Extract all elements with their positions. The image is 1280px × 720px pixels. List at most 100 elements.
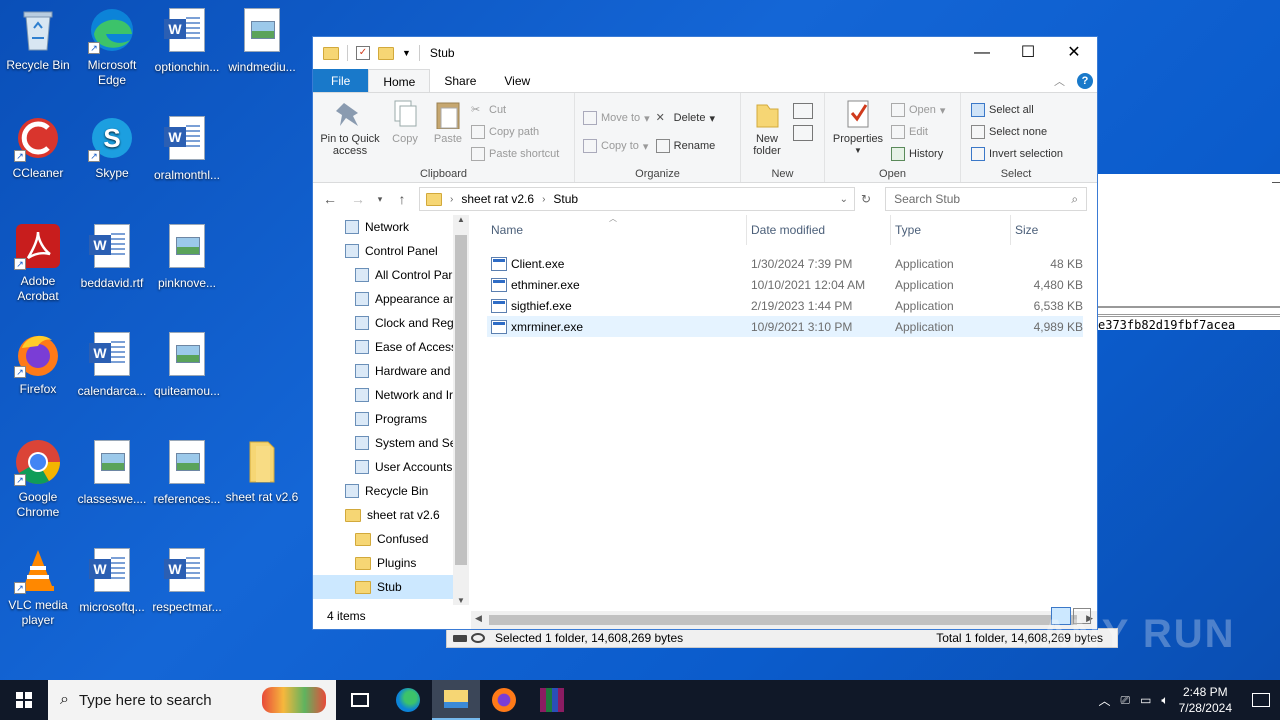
task-view-button[interactable]: [336, 680, 384, 720]
desktop-icon-recycle-bin[interactable]: Recycle Bin: [0, 6, 76, 73]
scroll-up-icon[interactable]: ▲: [453, 215, 469, 224]
help-icon[interactable]: ?: [1077, 72, 1093, 89]
nav-item[interactable]: Ease of Access: [313, 335, 469, 359]
clock[interactable]: 2:48 PM 7/28/2024: [1179, 684, 1232, 716]
paste-shortcut-button[interactable]: Paste shortcut: [471, 143, 559, 165]
up-button[interactable]: ↑: [391, 191, 413, 207]
nav-item[interactable]: Confused: [313, 527, 469, 551]
desktop-icon-pinknove[interactable]: pinknove...: [149, 222, 225, 291]
delete-button[interactable]: ✕ Delete ▾: [656, 107, 716, 129]
collapse-ribbon-icon[interactable]: ︿: [1054, 73, 1065, 89]
desktop-icon-oralmonthl[interactable]: W oralmonthl...: [149, 114, 225, 183]
column-date-modified[interactable]: Date modified: [747, 215, 891, 245]
desktop-icon-firefox[interactable]: ↗ Firefox: [0, 330, 76, 397]
column-type[interactable]: Type: [891, 215, 1011, 245]
desktop-icon-adobe-acrobat[interactable]: ↗ Adobe Acrobat: [0, 222, 76, 304]
tab-home[interactable]: Home: [368, 69, 431, 92]
column-name[interactable]: Name: [487, 215, 747, 245]
desktop-icon-microsoft-edge[interactable]: ↗ Microsoft Edge: [74, 6, 150, 88]
nav-scroll-thumb[interactable]: [455, 235, 467, 565]
desktop-icon-calendarca[interactable]: W calendarca...: [74, 330, 150, 399]
nav-item[interactable]: Clock and Regi: [313, 311, 469, 335]
move-to-button[interactable]: Move to ▾: [583, 107, 650, 129]
nav-item[interactable]: Stub: [313, 575, 469, 599]
refresh-icon[interactable]: ↻: [861, 192, 871, 206]
breadcrumb-stub[interactable]: Stub: [553, 192, 578, 206]
maximize-button[interactable]: ☐: [1005, 38, 1051, 68]
nav-item[interactable]: System and Sec: [313, 431, 469, 455]
desktop-icon-vlc[interactable]: ↗ VLC media player: [0, 546, 76, 628]
volume-icon[interactable]: 🔈︎: [1161, 693, 1168, 708]
desktop-icon-windmediu[interactable]: windmediu...: [224, 6, 300, 75]
nav-item[interactable]: Hardware and: [313, 359, 469, 383]
rename-button[interactable]: Rename: [655, 135, 715, 157]
select-all-button[interactable]: Select all: [971, 99, 1067, 121]
copy-path-button[interactable]: Copy path: [471, 121, 559, 143]
taskbar-edge[interactable]: [384, 680, 432, 720]
nav-scrollbar[interactable]: ▲ ▼: [453, 215, 469, 605]
taskbar-firefox[interactable]: [480, 680, 528, 720]
desktop-icon-classeswe[interactable]: classeswe....: [74, 438, 150, 507]
search-input[interactable]: Search Stub ⌕: [885, 187, 1088, 211]
file-rows: Client.exe 1/30/2024 7:39 PM Application 48…: [487, 245, 1097, 337]
taskbar-file-explorer[interactable]: [432, 680, 480, 720]
nav-item[interactable]: Network: [313, 215, 469, 239]
new-item-icon[interactable]: [793, 103, 813, 119]
ethernet-icon[interactable]: ▭: [1140, 693, 1151, 707]
copy-to-button[interactable]: Copy to ▾: [583, 135, 650, 157]
notifications-icon[interactable]: [1252, 693, 1270, 707]
easy-access-icon[interactable]: [793, 125, 813, 141]
open-button[interactable]: Open ▾: [891, 99, 945, 121]
nav-item[interactable]: Plugins: [313, 551, 469, 575]
nav-item[interactable]: User Accounts: [313, 455, 469, 479]
tab-file[interactable]: File: [313, 69, 369, 92]
address-dropdown-icon[interactable]: ⌄: [840, 194, 848, 205]
file-row[interactable]: xmrminer.exe 10/9/2021 3:10 PM Application…: [487, 316, 1083, 337]
nav-item[interactable]: Network and Ir: [313, 383, 469, 407]
nav-item[interactable]: All Control Par: [313, 263, 469, 287]
properties-check-icon[interactable]: ✓: [356, 46, 370, 60]
file-row[interactable]: sigthief.exe 2/19/2023 1:44 PM Application…: [487, 295, 1083, 316]
chevron-down-icon[interactable]: ▼: [402, 48, 411, 58]
edit-button[interactable]: Edit: [891, 121, 945, 143]
desktop-icon-beddavid[interactable]: W beddavid.rtf: [74, 222, 150, 291]
breadcrumb-sheet-rat[interactable]: sheet rat v2.6: [461, 192, 534, 206]
nav-item[interactable]: Programs: [313, 407, 469, 431]
nav-item[interactable]: Recycle Bin: [313, 479, 469, 503]
network-icon[interactable]: ⎚: [1120, 693, 1130, 708]
desktop-icon-google-chrome[interactable]: ↗ Google Chrome: [0, 438, 76, 520]
address-bar[interactable]: › sheet rat v2.6 › Stub ⌄: [419, 187, 855, 211]
minimize-button[interactable]: —: [959, 38, 1005, 68]
desktop-icon-microsoftq[interactable]: W microsoftq...: [74, 546, 150, 615]
file-row[interactable]: Client.exe 1/30/2024 7:39 PM Application 48…: [487, 253, 1083, 274]
show-hidden-icons[interactable]: ︿: [1098, 692, 1110, 709]
close-button[interactable]: ✕: [1051, 38, 1097, 68]
control-panel-icon: [345, 244, 359, 258]
desktop-icon-sheet-rat-folder[interactable]: sheet rat v2.6: [224, 438, 300, 505]
cut-button[interactable]: ✂ Cut: [471, 99, 559, 121]
chrome-icon: ↗: [14, 438, 62, 486]
start-button[interactable]: [0, 680, 48, 720]
desktop-icon-ccleaner[interactable]: ↗ CCleaner: [0, 114, 76, 181]
column-size[interactable]: Size: [1011, 215, 1087, 245]
invert-selection-button[interactable]: Invert selection: [971, 143, 1067, 165]
tab-share[interactable]: Share: [430, 69, 490, 92]
nav-item[interactable]: Appearance an: [313, 287, 469, 311]
nav-item[interactable]: Control Panel: [313, 239, 469, 263]
select-none-button[interactable]: Select none: [971, 121, 1067, 143]
history-button[interactable]: History: [891, 143, 945, 165]
forward-button[interactable]: →: [347, 191, 369, 207]
desktop-icon-respectmar[interactable]: W respectmar...: [149, 546, 225, 615]
taskbar-search[interactable]: ⌕ Type here to search: [48, 680, 336, 720]
recent-locations-icon[interactable]: ▾: [375, 194, 385, 205]
file-row[interactable]: ethminer.exe 10/10/2021 12:04 AM Applicati…: [487, 274, 1083, 295]
desktop-icon-skype[interactable]: S ↗ Skype: [74, 114, 150, 181]
tab-view[interactable]: View: [490, 69, 544, 92]
back-button[interactable]: ←: [319, 191, 341, 207]
desktop-icon-quiteamou[interactable]: quiteamou...: [149, 330, 225, 399]
desktop-icon-optionchin[interactable]: W optionchin...: [149, 6, 225, 75]
taskbar-winrar[interactable]: [528, 680, 576, 720]
nav-item[interactable]: sheet rat v2.6: [313, 503, 469, 527]
new-folder-icon[interactable]: [378, 46, 394, 60]
desktop-icon-references[interactable]: references...: [149, 438, 225, 507]
